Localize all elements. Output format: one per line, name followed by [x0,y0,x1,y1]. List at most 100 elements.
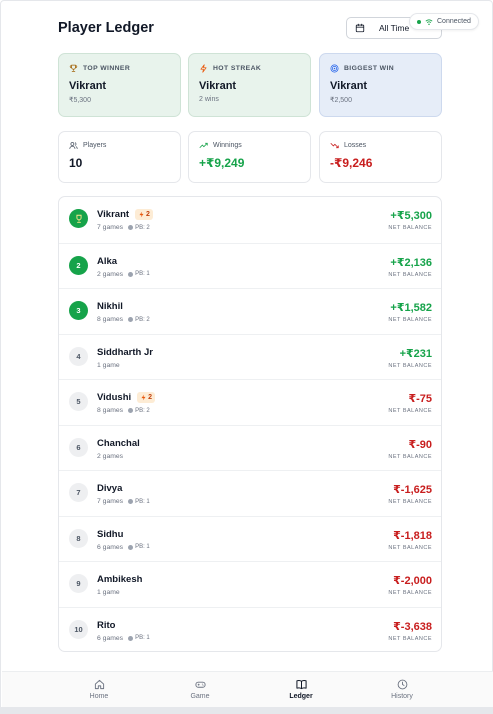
player-row[interactable]: 10 Rito 6 games PB: 1 ₹-3,638 NET BALANCE [59,606,441,653]
personal-best-badge: PB: 2 [128,225,150,231]
players-stat-card: Players 10 [58,131,181,183]
nav-ledger[interactable]: Ledger [271,679,331,700]
net-balance-label: NET BALANCE [388,453,432,460]
net-balance-label: NET BALANCE [388,362,432,369]
nav-game[interactable]: Game [170,679,230,700]
player-name-line: Nikhil [97,301,123,312]
player-meta: 7 games PB: 1 [97,498,150,505]
personal-best-text: PB: 1 [135,271,150,277]
nav-history[interactable]: History [372,679,432,700]
top-winner-card: TOP WINNER Vikrant ₹5,300 [58,53,181,117]
player-name-line: Divya [97,483,122,494]
player-meta: 6 games PB: 1 [97,544,150,551]
rank-badge: 6 [69,437,88,457]
player-row[interactable]: 9 Ambikesh 1 game ₹-2,000 NET BALANCE [59,561,441,607]
net-balance-value: ₹-1,818 [393,529,432,542]
player-meta: 8 games PB: 2 [97,407,150,414]
home-icon [94,679,104,690]
losses-stat-card: Losses -₹9,246 [319,131,442,183]
player-name-line: Chanchal [97,438,140,449]
players-stat-label: Players [83,142,107,149]
player-ranking-list: Vikrant 2 7 games PB: 2 +₹5,300 NET BALANCE 2 A… [58,196,442,652]
player-row[interactable]: 5 Vidushi 2 8 games PB: 2 ₹-75 NET BALANCE [59,379,441,425]
clock-icon [397,679,407,690]
streak-badge: 2 [137,392,156,403]
bolt-icon [200,64,207,73]
pb-dot-icon [128,499,134,504]
pb-dot-icon [128,317,134,322]
player-row[interactable]: 4 Siddharth Jr 1 game +₹231 NET BALANCE [59,333,441,380]
games-count: 6 games [97,634,124,642]
player-meta: 7 games PB: 2 [97,224,150,231]
player-meta: 8 games PB: 2 [97,316,150,323]
player-name-line: Alka [97,256,117,267]
player-name-line: Vidushi 2 [97,392,156,403]
nav-home-label: Home [89,693,109,700]
players-stat-value: 10 [69,156,83,170]
window-bottom-edge [0,707,493,714]
book-icon [295,680,307,690]
top-winner-amount: ₹5,300 [69,97,91,104]
biggest-win-name: Vikrant [330,80,368,92]
trophy-icon [75,214,82,223]
personal-best-badge: PB: 2 [128,317,150,323]
personal-best-text: PB: 1 [135,498,150,505]
net-balance-label: NET BALANCE [388,317,432,323]
games-count: 2 games [97,452,124,460]
header: Player Ledger All Time [58,17,442,40]
player-meta: 1 game [97,589,120,596]
player-meta: 2 games PB: 1 [97,271,150,278]
player-row[interactable]: 3 Nikhil 8 games PB: 2 +₹1,582 NET BALANCE [59,288,441,334]
personal-best-text: PB: 1 [135,635,150,641]
nav-home[interactable]: Home [69,679,129,700]
player-meta: 6 games PB: 1 [97,635,150,642]
rank-badge: 10 [69,619,88,639]
net-balance-label: NET BALANCE [388,225,432,231]
nav-history-label: History [391,693,413,700]
status-dot [417,19,421,24]
player-name: Nikhil [97,301,123,312]
player-row[interactable]: Vikrant 2 7 games PB: 2 +₹5,300 NET BALANCE [59,197,441,243]
player-name: Siddharth Jr [97,346,153,358]
top-winner-name: Vikrant [69,80,107,92]
net-balance-value: ₹-3,638 [393,620,432,633]
pb-dot-icon [128,635,134,641]
wifi-icon [425,18,433,25]
rank-badge: 7 [69,483,88,502]
streak-badge: 2 [135,209,153,220]
player-name: Chanchal [97,437,140,449]
personal-best-text: PB: 2 [135,407,150,414]
player-name: Sidhu [97,528,124,540]
hot-streak-name: Vikrant [199,80,237,92]
personal-best-badge: PB: 2 [128,408,150,414]
personal-best-badge: PB: 1 [128,544,150,550]
trophy-icon [69,64,78,72]
hot-streak-card: HOT STREAK Vikrant 2 wins [188,53,311,117]
pb-dot-icon [128,225,134,230]
hot-streak-count: 2 wins [199,96,219,103]
player-row[interactable]: 7 Divya 7 games PB: 1 ₹-1,625 NET BALANCE [59,470,441,516]
player-name: Rito [97,619,116,631]
net-balance-label: NET BALANCE [388,590,432,596]
player-name: Divya [97,483,123,494]
personal-best-badge: PB: 1 [128,499,150,505]
player-row[interactable]: 2 Alka 2 games PB: 1 +₹2,136 NET BALANCE [59,242,441,289]
losses-stat-label: Losses [344,142,367,149]
net-balance-value: +₹2,136 [390,256,432,269]
games-count: 7 games [97,498,124,505]
connection-status-badge: Connected [409,13,479,30]
player-name: Alka [97,255,118,267]
net-balance-value: ₹-75 [408,393,432,405]
personal-best-text: PB: 2 [135,224,150,231]
rank-badge: 9 [69,574,88,593]
games-count: 6 games [97,543,124,551]
games-count: 2 games [97,270,124,278]
player-name-line: Rito [97,620,115,631]
player-row[interactable]: 6 Chanchal 2 games ₹-90 NET BALANCE [59,424,441,471]
player-row[interactable]: 8 Sidhu 6 games PB: 1 ₹-1,818 NET BALANCE [59,515,441,562]
trend-down-icon [330,142,339,149]
streak-count: 2 [146,211,150,218]
rank-badge [69,209,88,228]
net-balance-value: +₹231 [399,347,432,360]
bolt-icon [139,211,144,218]
